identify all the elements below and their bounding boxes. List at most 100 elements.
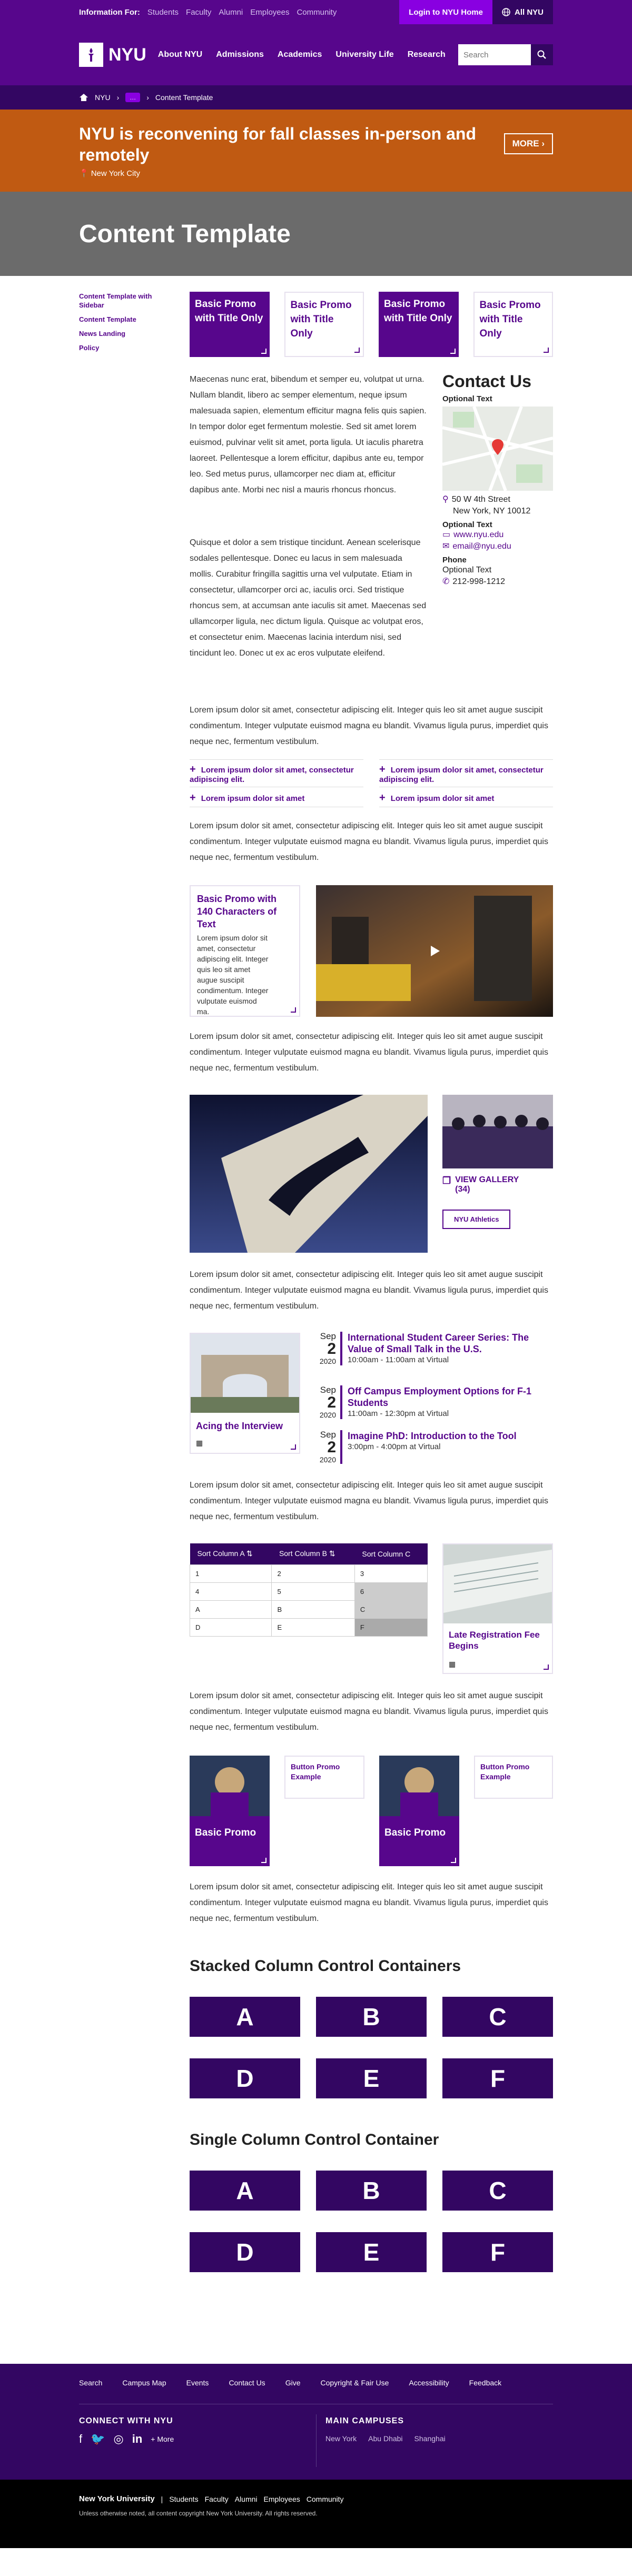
button-promo-2[interactable]: Button Promo Example	[474, 1756, 553, 1799]
campus-shanghai[interactable]: Shanghai	[414, 2434, 446, 2443]
basic-promo-image-1[interactable]: Basic Promo	[190, 1756, 270, 1866]
button-promo-1[interactable]: Button Promo Example	[284, 1756, 364, 1799]
breadcrumb-current: Content Template	[155, 93, 213, 102]
twitter-icon[interactable]: 🐦	[91, 2432, 105, 2446]
table-row: 456	[189, 1582, 428, 1601]
plus-icon: +	[379, 764, 386, 775]
video-player[interactable]	[316, 885, 553, 1017]
footer-link-contact[interactable]: Contact Us	[229, 2379, 265, 2387]
linkedin-icon[interactable]: in	[132, 2432, 143, 2446]
basic-promo-3[interactable]: Basic Promo with Title Only	[379, 292, 459, 357]
acing-interview-card[interactable]: Acing the Interview ▦	[190, 1333, 300, 1454]
calendar-icon: ▦	[196, 1439, 203, 1447]
footer-link-accessibility[interactable]: Accessibility	[409, 2379, 449, 2387]
basic-promo-image-2[interactable]: Basic Promo	[379, 1756, 459, 1866]
nav-university-life[interactable]: University Life	[335, 50, 393, 60]
sidebar-item-news[interactable]: News Landing	[79, 329, 174, 338]
information-for: Information For: Students Faculty Alumni…	[79, 8, 337, 17]
accordion-item-3[interactable]: + Lorem ipsum dolor sit amet	[190, 792, 363, 804]
accordion-item-1[interactable]: + Lorem ipsum dolor sit amet, consectetur…	[190, 764, 363, 785]
container-c: C	[442, 1997, 553, 2037]
nyu-logo[interactable]: NYU	[79, 43, 146, 67]
sidebar-item-policy[interactable]: Policy	[79, 343, 174, 352]
basic-promo-1[interactable]: Basic Promo with Title Only	[190, 292, 270, 357]
connect-title: CONNECT WITH NYU	[79, 2416, 173, 2425]
footer-link-give[interactable]: Give	[285, 2379, 301, 2387]
arch-image	[191, 1334, 299, 1413]
all-nyu-button[interactable]: All NYU	[492, 0, 553, 24]
contact-email-link[interactable]: email@nyu.edu	[452, 541, 511, 552]
campus-abu-dhabi[interactable]: Abu Dhabi	[368, 2434, 402, 2443]
sidebar-item-template[interactable]: Content Template	[79, 315, 174, 324]
search-box	[458, 44, 553, 65]
search-input[interactable]	[458, 44, 531, 65]
basic-promo-2[interactable]: Basic Promo with Title Only	[284, 292, 364, 357]
nav-research[interactable]: Research	[408, 50, 446, 60]
all-nyu-label: All NYU	[514, 7, 544, 17]
main-nav: About NYU Admissions Academics Universit…	[158, 50, 446, 60]
site-header: NYU About NYU Admissions Academics Unive…	[0, 24, 632, 85]
stacked-section-title: Stacked Column Control Containers	[190, 1957, 461, 1975]
util-link-employees[interactable]: Employees	[250, 8, 289, 17]
container-a: A	[190, 1997, 300, 2037]
torch-icon	[79, 43, 103, 67]
facebook-icon[interactable]: f	[79, 2432, 82, 2446]
sort-column-b[interactable]: Sort Column B ⇅	[271, 1543, 355, 1564]
late-registration-title: Late Registration Fee Begins	[449, 1630, 540, 1651]
sidebar-nav: Content Template with Sidebar Content Te…	[79, 292, 174, 358]
event-1[interactable]: Sep 2 2020 International Student Career Se…	[316, 1332, 553, 1365]
breadcrumb-nyu[interactable]: NYU	[95, 93, 111, 102]
nav-admissions[interactable]: Admissions	[216, 50, 264, 60]
footer-bottom-alumni[interactable]: Alumni	[235, 2495, 258, 2503]
footer-link-feedback[interactable]: Feedback	[469, 2379, 501, 2387]
nav-academics[interactable]: Academics	[278, 50, 322, 60]
alert-more-button[interactable]: MORE ›	[503, 133, 553, 154]
sort-column-c[interactable]: Sort Column C	[354, 1543, 428, 1564]
footer-bottom-students[interactable]: Students	[169, 2495, 198, 2503]
sidebar-item-template-sidebar[interactable]: Content Template with Sidebar	[79, 292, 174, 310]
logo-text: NYU	[108, 44, 146, 65]
footer-link-events[interactable]: Events	[186, 2379, 209, 2387]
campus-new-york[interactable]: New York	[325, 2434, 357, 2443]
util-link-community[interactable]: Community	[297, 8, 337, 17]
event-3[interactable]: Sep 2 2020 Imagine PhD: Introduction to th…	[316, 1430, 574, 1464]
sort-column-a[interactable]: Sort Column A ⇅	[190, 1543, 272, 1564]
promo-140-card[interactable]: Basic Promo with 140 Characters of Text …	[190, 885, 300, 1017]
event-2[interactable]: Sep 2 2020 Off Campus Employment Options f…	[316, 1385, 553, 1419]
accordion-item-4[interactable]: + Lorem ipsum dolor sit amet	[379, 792, 553, 804]
view-gallery-link[interactable]: ❐ VIEW GALLERY (34)	[442, 1171, 553, 1201]
contact-map[interactable]	[442, 407, 553, 491]
basic-promo-4[interactable]: Basic Promo with Title Only	[473, 292, 553, 357]
event-title: International Student Career Series: The…	[348, 1332, 529, 1354]
accordion-item-2[interactable]: + Lorem ipsum dolor sit amet, consectetur…	[379, 764, 553, 785]
util-link-faculty[interactable]: Faculty	[186, 8, 211, 17]
footer-link-search[interactable]: Search	[79, 2379, 102, 2387]
breadcrumb-more[interactable]: …	[125, 93, 141, 102]
plus-icon: +	[190, 792, 196, 804]
more-social-link[interactable]: + More	[151, 2435, 174, 2443]
footer-link-copyright[interactable]: Copyright & Fair Use	[320, 2379, 389, 2387]
gallery-main-image[interactable]	[190, 1095, 428, 1253]
intro-paragraph-2: Quisque et dolor a sem tristique tincidu…	[190, 538, 427, 658]
contact-web-link[interactable]: www.nyu.edu	[453, 529, 503, 541]
footer-bottom-faculty[interactable]: Faculty	[205, 2495, 229, 2503]
nyu-athletics-tag[interactable]: NYU Athletics	[442, 1210, 511, 1229]
instagram-icon[interactable]: ◎	[114, 2432, 124, 2446]
util-link-alumni[interactable]: Alumni	[219, 8, 243, 17]
gallery-thumbnail[interactable]	[442, 1095, 553, 1168]
search-button[interactable]	[531, 44, 553, 65]
late-registration-card[interactable]: Late Registration Fee Begins ▦	[442, 1543, 553, 1674]
plus-icon: +	[190, 764, 196, 775]
login-button[interactable]: Login to NYU Home	[399, 0, 492, 24]
main-content: Basic Promo with Title Only Basic Promo …	[189, 292, 553, 2272]
gallery-icon: ❐	[442, 1175, 451, 1186]
util-link-students[interactable]: Students	[147, 8, 179, 17]
footer-bottom-employees[interactable]: Employees	[264, 2495, 300, 2503]
home-icon[interactable]	[79, 93, 88, 102]
intro-paragraph-1: Maecenas nunc erat, bibendum et semper e…	[190, 375, 427, 494]
chevron-right-icon: ›	[116, 93, 120, 102]
footer-bottom-community[interactable]: Community	[307, 2495, 344, 2503]
copyright-notice: Unless otherwise noted, all content copy…	[79, 2510, 318, 2517]
nav-about[interactable]: About NYU	[158, 50, 202, 60]
footer-link-campus-map[interactable]: Campus Map	[122, 2379, 166, 2387]
